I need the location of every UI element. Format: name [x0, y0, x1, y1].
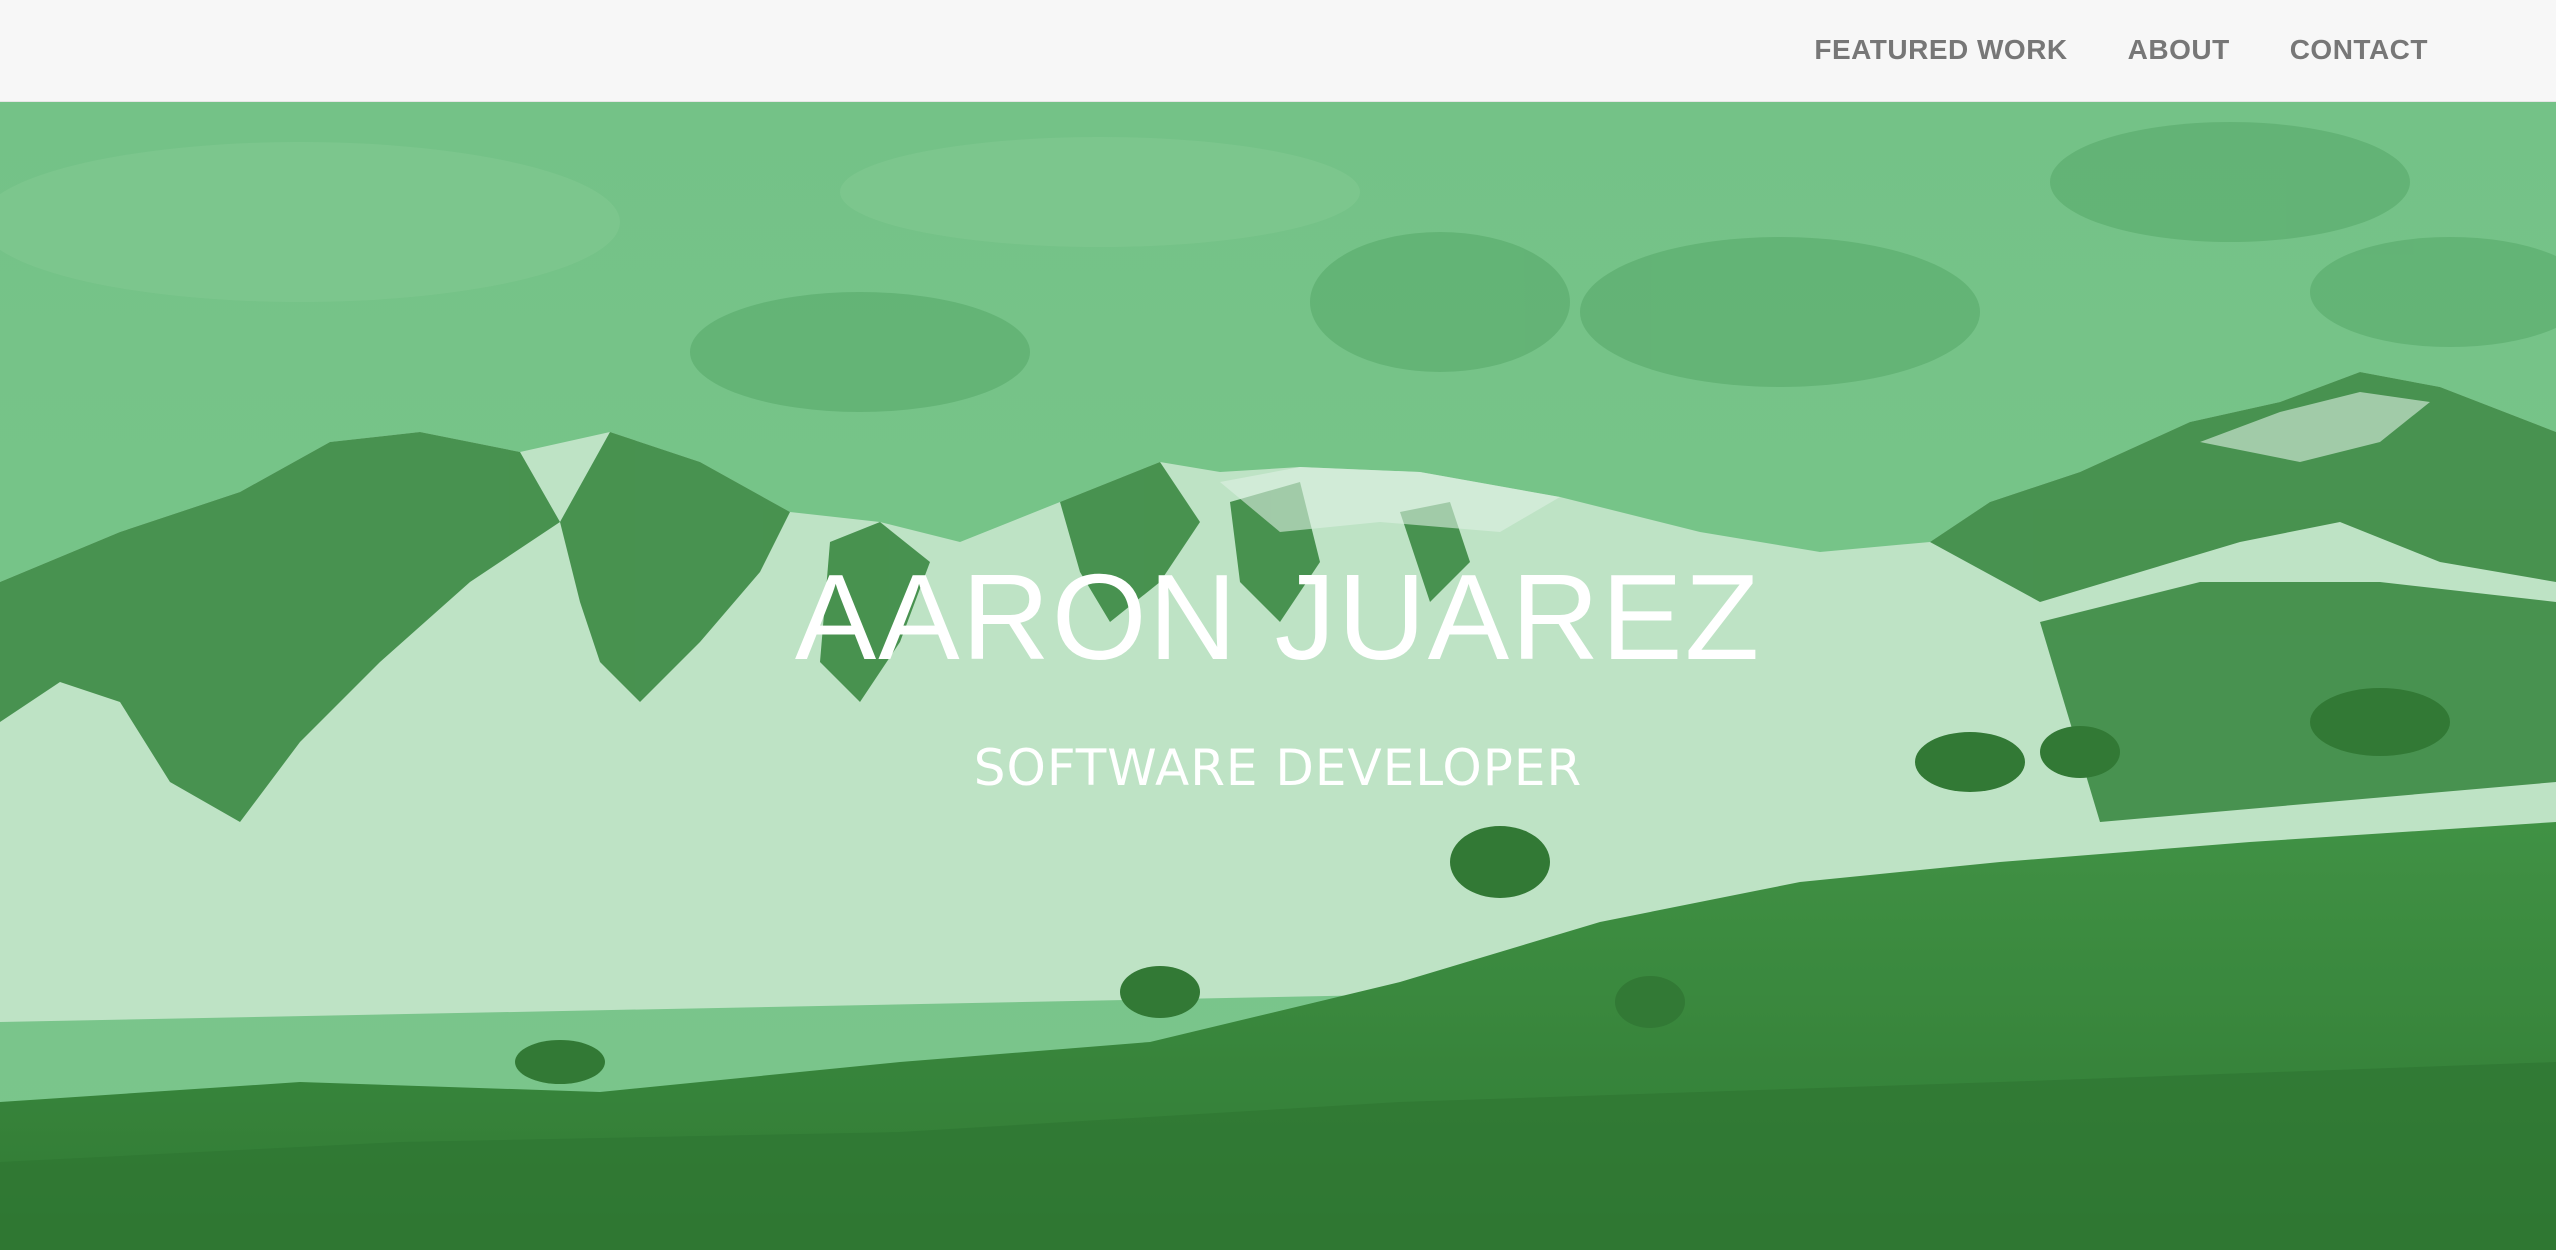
nav-menu: FEATURED WORK ABOUT CONTACT: [1814, 0, 2428, 100]
top-navbar: FEATURED WORK ABOUT CONTACT: [0, 0, 2556, 102]
nav-link-about[interactable]: ABOUT: [2128, 34, 2230, 66]
nav-link-featured-work[interactable]: FEATURED WORK: [1814, 34, 2067, 66]
hero-section: AARON JUAREZ SOFTWARE DEVELOPER: [0, 102, 2556, 1250]
hero-title: AARON JUAREZ: [794, 549, 1762, 685]
hero-subtitle: SOFTWARE DEVELOPER: [973, 739, 1583, 797]
nav-link-contact[interactable]: CONTACT: [2290, 34, 2428, 66]
